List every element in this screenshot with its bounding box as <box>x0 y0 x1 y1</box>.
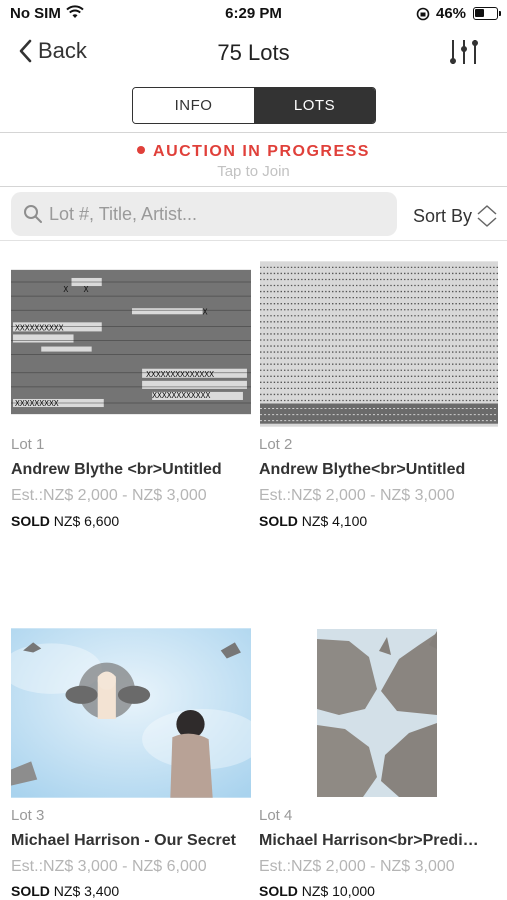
search-input[interactable] <box>49 203 379 225</box>
lot-estimate: Est.:NZ$ 3,000 - NZ$ 6,000 <box>11 858 207 875</box>
lot-estimate: Est.:NZ$ 2,000 - NZ$ 3,000 <box>259 858 455 875</box>
auction-status: AUCTION IN PROGRESS <box>0 143 507 161</box>
sort-by-button[interactable]: Sort By <box>413 203 498 229</box>
lot-title: Andrew Blythe<br>Untitled <box>259 461 466 478</box>
svg-text:XXXXXXXXXXXX: XXXXXXXXXXXX <box>152 391 210 400</box>
lot-image[interactable]: X XXXXXXXXXXX XXXXXXXXXXXXXXXXXXXXXXXXXX … <box>11 257 251 427</box>
svg-text:XXXXXXXXX: XXXXXXXXX <box>15 399 59 408</box>
join-auction-link[interactable]: Tap to Join <box>0 163 507 180</box>
lot-card[interactable]: Lot 2 Andrew Blythe<br>Untitled Est.:NZ$… <box>259 257 499 537</box>
lot-title: Michael Harrison<br>Predi… <box>259 832 479 849</box>
divider <box>0 186 507 187</box>
lot-image[interactable] <box>259 257 499 427</box>
status-bar: No SIM 6:29 PM 46% <box>0 0 507 28</box>
clock: 6:29 PM <box>225 5 282 22</box>
search-bar <box>11 192 397 236</box>
info-lots-segmented-control: INFO LOTS <box>132 87 376 124</box>
battery-icon <box>473 7 501 20</box>
tab-lots[interactable]: LOTS <box>254 88 375 123</box>
lot-sold-price: SOLD NZ$ 6,600 <box>11 513 119 529</box>
lot-sold-price: SOLD NZ$ 3,400 <box>11 883 119 899</box>
svg-text:X: X <box>203 307 208 316</box>
svg-text:XXXXXXXXXX: XXXXXXXXXX <box>15 323 64 332</box>
lot-title: Andrew Blythe <br>Untitled <box>11 461 222 478</box>
lot-estimate: Est.:NZ$ 2,000 - NZ$ 3,000 <box>259 487 455 504</box>
sold-price: NZ$ 4,100 <box>301 513 368 529</box>
sort-by-label: Sort By <box>413 205 473 226</box>
live-dot-icon <box>137 145 146 154</box>
lot-number: Lot 1 <box>11 436 45 453</box>
sold-label: SOLD <box>259 513 298 529</box>
sold-label: SOLD <box>11 883 50 899</box>
sold-price: NZ$ 3,400 <box>53 883 120 899</box>
nav-bar: Back 75 Lots <box>0 28 507 78</box>
orientation-lock-icon <box>416 7 430 26</box>
lot-number: Lot 2 <box>259 436 293 453</box>
svg-text:XXXXXXXXXXXXXX: XXXXXXXXXXXXXX <box>146 370 214 379</box>
sold-price: NZ$ 10,000 <box>301 883 375 899</box>
sold-label: SOLD <box>11 513 50 529</box>
lot-sold-price: SOLD NZ$ 4,100 <box>259 513 367 529</box>
divider <box>0 240 507 241</box>
filter-sliders-icon[interactable] <box>448 36 480 73</box>
lot-image[interactable] <box>259 628 499 798</box>
sold-price: NZ$ 6,600 <box>53 513 120 529</box>
svg-text:X: X <box>84 285 89 294</box>
lot-card[interactable]: Lot 3 Michael Harrison - Our Secret Est.… <box>11 628 251 900</box>
search-icon <box>24 205 42 223</box>
page-title: 75 Lots <box>217 40 290 65</box>
lot-number: Lot 4 <box>259 807 293 824</box>
lot-title: Michael Harrison - Our Secret <box>11 832 236 849</box>
lot-sold-price: SOLD NZ$ 10,000 <box>259 883 375 899</box>
tab-info[interactable]: INFO <box>133 88 254 123</box>
lot-card[interactable]: X X XXXXXXXXXX XXXXXXXXXXXXXX XXXXXXXXXXXX … <box>11 257 251 537</box>
lot-number: Lot 3 <box>11 807 45 824</box>
svg-text:X: X <box>63 285 68 294</box>
lot-image[interactable] <box>11 628 251 798</box>
lot-estimate: Est.:NZ$ 2,000 - NZ$ 3,000 <box>11 487 207 504</box>
auction-live-banner[interactable]: AUCTION IN PROGRESS Tap to Join <box>0 133 507 185</box>
battery-percent: 46% <box>436 5 467 22</box>
auction-status-label: AUCTION IN PROGRESS <box>153 143 370 160</box>
lot-card[interactable]: Lot 4 Michael Harrison<br>Predi… Est.:NZ… <box>259 628 499 900</box>
sort-updown-icon <box>477 205 497 227</box>
sold-label: SOLD <box>259 883 298 899</box>
